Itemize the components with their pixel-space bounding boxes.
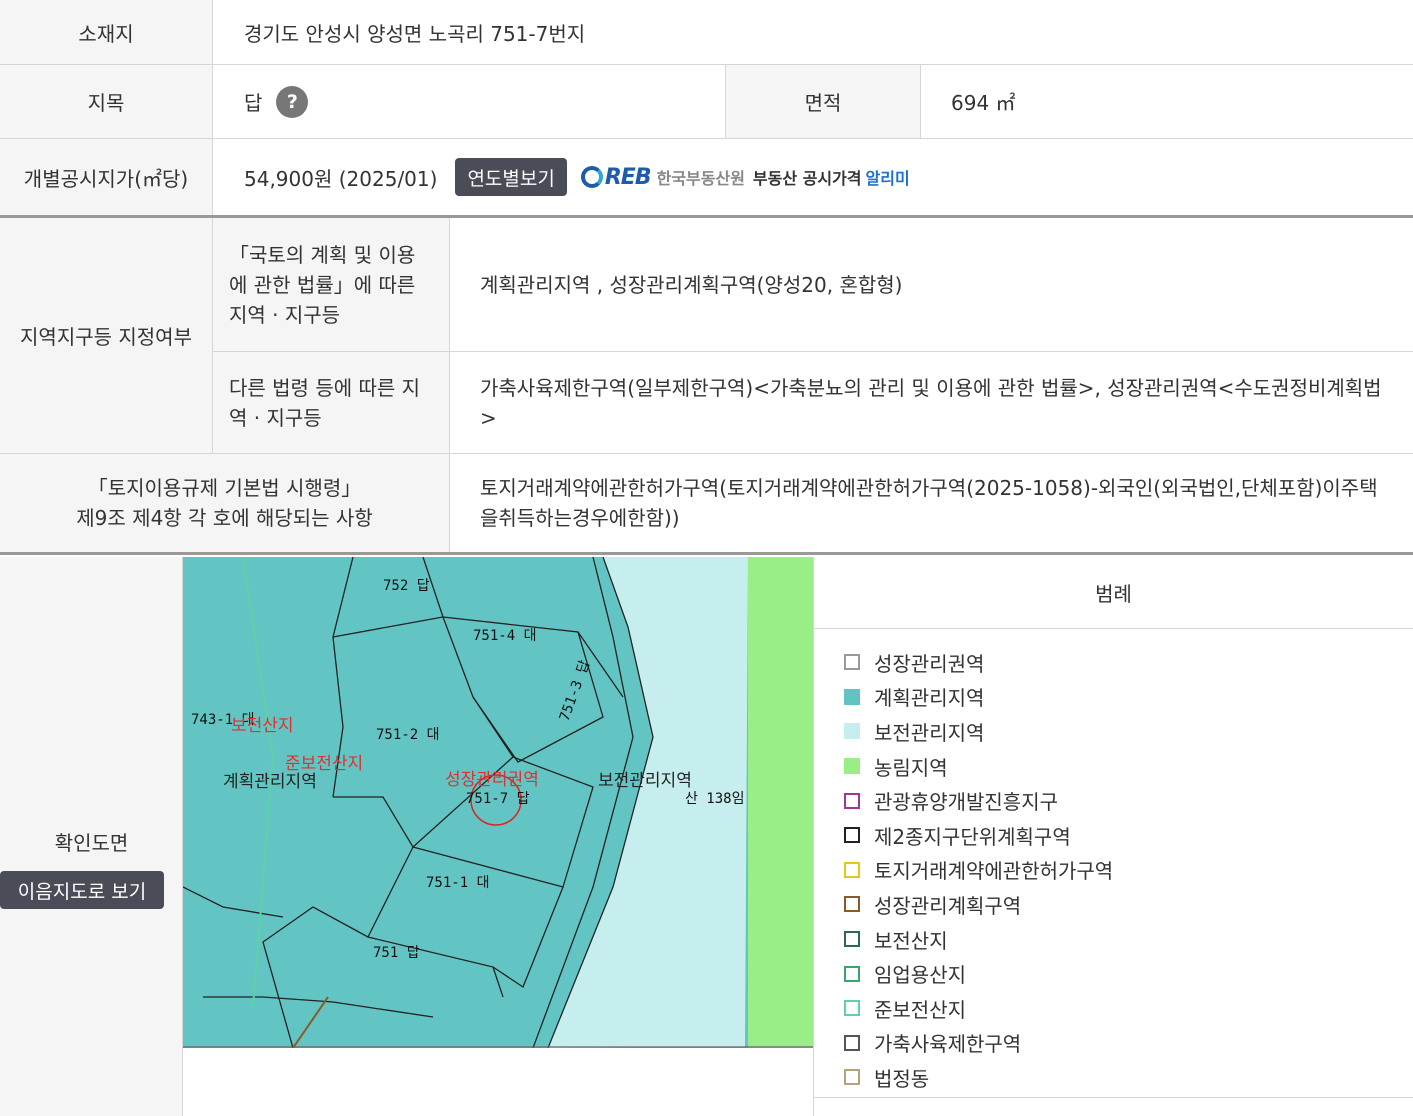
map-section-sidebar: 확인도면 이음지도로 보기 bbox=[0, 557, 183, 1116]
legend-item-label: 농림지역 bbox=[874, 755, 948, 780]
zoning-law2-label: 다른 법령 등에 따른 지역 · 지구등 bbox=[213, 352, 450, 453]
legend-item-label: 성장관리계획구역 bbox=[874, 893, 1022, 918]
legend-swatch-icon bbox=[844, 723, 860, 740]
legend-swatch-icon bbox=[844, 1034, 860, 1051]
legend-item: 계획관리지역 bbox=[844, 680, 1413, 715]
regulation-label: 「토지이용규제 기본법 시행령」 제9조 제4항 각 호에 해당되는 사항 bbox=[0, 454, 450, 552]
legend-item: 성장관리계획구역 bbox=[844, 887, 1413, 922]
legend-item-label: 보전산지 bbox=[874, 928, 948, 953]
regulation-value: 토지거래계약에관한허가구역(토지거래계약에관한허가구역(2025-1058)-외… bbox=[480, 476, 1378, 530]
agriculture-zone-area bbox=[748, 557, 813, 1048]
help-icon[interactable]: ? bbox=[276, 85, 309, 118]
eum-map-button[interactable]: 이음지도로 보기 bbox=[0, 871, 164, 909]
reb-logo: REB bbox=[580, 165, 652, 190]
legend-swatch-icon bbox=[844, 931, 860, 948]
parcel-label: 751-4 대 bbox=[473, 628, 536, 644]
legend-title: 범례 bbox=[814, 557, 1413, 629]
legend-swatch-icon bbox=[844, 1000, 860, 1017]
location-label: 소재지 bbox=[0, 0, 213, 64]
official-price-value: 54,900원 (2025/01) bbox=[244, 166, 438, 191]
regulation-label-line1: 「토지이용규제 기본법 시행령」 bbox=[87, 476, 362, 500]
reb-logo-icon bbox=[580, 166, 603, 188]
reb-org-name: 한국부동산원 bbox=[656, 169, 745, 188]
parcel-label: 산 138임 bbox=[685, 791, 744, 807]
legend-panel: 범례 성장관리권역계획관리지역보전관리지역농림지역관광휴양개발진흥지구제2종지구… bbox=[813, 557, 1413, 1116]
legend-swatch-icon bbox=[844, 827, 860, 844]
map-section: 확인도면 이음지도로 보기 752 답 751-4 대 751-3 답 743-… bbox=[0, 557, 1413, 1116]
land-category-row: 지목 답 ? 면적 694 ㎡ bbox=[0, 65, 1413, 139]
legend-item: 성장관리권역 bbox=[844, 645, 1413, 680]
legend-item: 보전산지 bbox=[844, 922, 1413, 957]
yearly-view-button[interactable]: 연도별보기 bbox=[455, 158, 567, 196]
location-value: 경기도 안성시 양성면 노곡리 751-7번지 bbox=[244, 21, 586, 46]
area-value: 694 ㎡ bbox=[951, 91, 1016, 115]
legend-item-label: 법정동 bbox=[874, 1066, 930, 1091]
land-use-map[interactable]: 752 답 751-4 대 751-3 답 743-1 대 751-2 대 75… bbox=[183, 557, 813, 1048]
legend-swatch-icon bbox=[844, 654, 860, 671]
zoning-law1-label: 「국토의 계획 및 이용에 관한 법률」에 따른 지역 · 지구등 bbox=[213, 218, 450, 352]
map-section-label: 확인도면 bbox=[54, 831, 129, 855]
official-price-value-group: 54,900원 (2025/01) 연도별보기 REB 한국부동산원 부동산 공… bbox=[244, 139, 910, 215]
legend-item-label: 계획관리지역 bbox=[874, 686, 985, 711]
legend-item: 가축사육제한구역 bbox=[844, 1026, 1413, 1061]
legend-item-label: 보전관리지역 bbox=[874, 720, 985, 745]
legend-item-label: 성장관리권역 bbox=[874, 651, 985, 676]
legend-item: 토지거래계약에관한허가구역 bbox=[844, 853, 1413, 888]
legend-item-label: 토지거래계약에관한허가구역 bbox=[874, 859, 1114, 884]
legend-swatch-icon bbox=[844, 1069, 860, 1086]
legend-swatch-icon bbox=[844, 792, 860, 809]
parcel-label: 751-2 대 bbox=[376, 727, 439, 743]
zone-label: 계획관리지역 bbox=[223, 772, 317, 792]
land-category-value: 답 bbox=[244, 91, 263, 115]
location-row: 소재지 경기도 안성시 양성면 노곡리 751-7번지 bbox=[0, 0, 1413, 65]
legend-swatch-icon bbox=[844, 688, 860, 705]
parcel-label: 752 답 bbox=[383, 578, 430, 594]
legend-item: 법정동 bbox=[844, 1060, 1413, 1095]
parcel-label: 751 답 bbox=[373, 945, 420, 961]
parcel-label: 751-1 대 bbox=[426, 875, 489, 891]
regulation-row: 「토지이용규제 기본법 시행령」 제9조 제4항 각 호에 해당되는 사항 토지… bbox=[0, 454, 1413, 555]
legend-item-label: 가축사육제한구역 bbox=[874, 1032, 1022, 1057]
zoning-row: 지역지구등 지정여부 「국토의 계획 및 이용에 관한 법률」에 따른 지역 ·… bbox=[0, 218, 1413, 454]
legend-item: 임업용산지 bbox=[844, 956, 1413, 991]
land-category-label: 지목 bbox=[0, 65, 213, 138]
reb-service-suffix: 알리미 bbox=[865, 169, 910, 188]
regulation-label-line2: 제9조 제4항 각 호에 해당되는 사항 bbox=[76, 506, 373, 530]
legend-swatch-icon bbox=[844, 965, 860, 982]
land-use-map-svg[interactable]: 752 답 751-4 대 751-3 답 743-1 대 751-2 대 75… bbox=[183, 557, 813, 1048]
official-price-row: 개별공시지가(㎡당) 54,900원 (2025/01) 연도별보기 REB 한… bbox=[0, 139, 1413, 218]
legend-item: 관광휴양개발진흥지구 bbox=[844, 783, 1413, 818]
legend-swatch-icon bbox=[844, 861, 860, 878]
legend-item-label: 임업용산지 bbox=[874, 963, 966, 988]
zone-label: 성장관리권역 bbox=[445, 770, 539, 790]
parcel-label: 751-7 답 bbox=[466, 791, 530, 807]
legend-swatch-icon bbox=[844, 896, 860, 913]
zoning-law1-value: 계획관리지역 , 성장관리계획구역(양성20, 혼합형) bbox=[450, 218, 1413, 352]
legend-item: 보전관리지역 bbox=[844, 714, 1413, 749]
zone-label: 보전산지 bbox=[231, 716, 294, 736]
legend-item-label: 제2종지구단위계획구역 bbox=[874, 824, 1071, 849]
zoning-law2-value: 가축사육제한구역(일부제한구역)<가축분뇨의 관리 및 이용에 관한 법률>, … bbox=[480, 375, 1382, 430]
official-price-label: 개별공시지가(㎡당) bbox=[0, 139, 213, 215]
legend-divider bbox=[814, 1097, 1413, 1098]
reb-link[interactable]: REB 한국부동산원 부동산 공시가격 알리미 bbox=[580, 165, 910, 190]
land-category-value-group: 답 ? bbox=[244, 65, 309, 138]
zone-label: 보전관리지역 bbox=[598, 771, 692, 791]
area-label: 면적 bbox=[725, 65, 921, 138]
legend-item-label: 관광휴양개발진흥지구 bbox=[874, 790, 1058, 815]
reb-service-name: 부동산 공시가격 bbox=[752, 169, 862, 188]
legend-item: 제2종지구단위계획구역 bbox=[844, 818, 1413, 853]
legend-swatch-icon bbox=[844, 758, 860, 775]
legend-item: 농림지역 bbox=[844, 749, 1413, 784]
zone-label: 준보전산지 bbox=[285, 754, 363, 774]
legend-item-label: 준보전산지 bbox=[874, 997, 966, 1022]
zoning-label: 지역지구등 지정여부 bbox=[0, 218, 213, 453]
legend-item: 준보전산지 bbox=[844, 991, 1413, 1026]
legend-list: 성장관리권역계획관리지역보전관리지역농림지역관광휴양개발진흥지구제2종지구단위계… bbox=[814, 629, 1413, 1095]
